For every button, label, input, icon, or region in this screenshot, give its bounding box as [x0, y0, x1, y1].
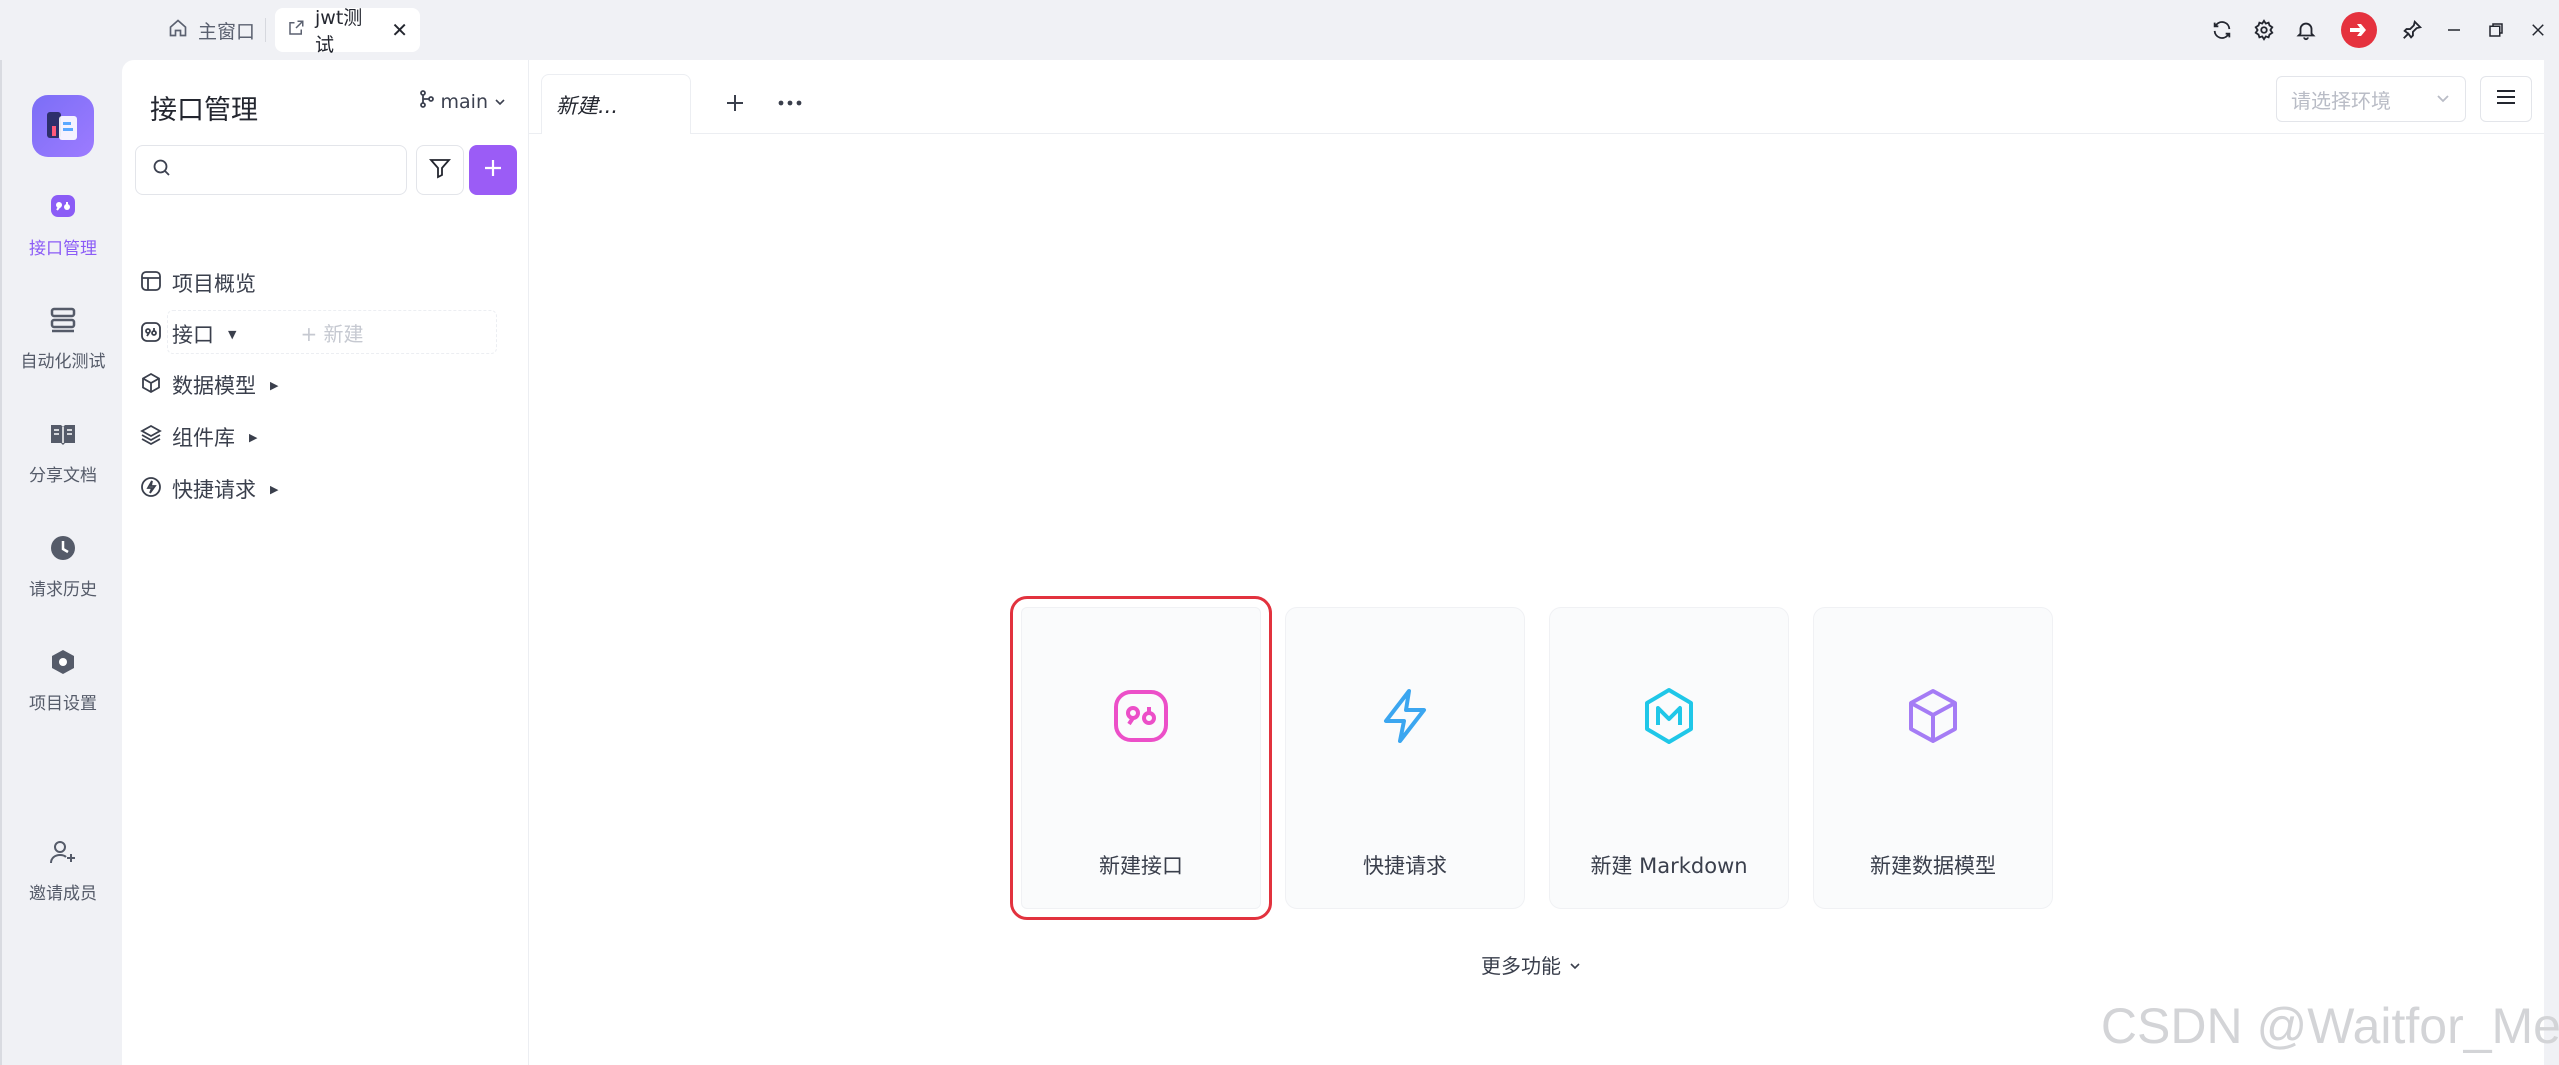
- tree-item-components[interactable]: 组件库 ▶: [140, 417, 257, 457]
- card-new-api[interactable]: 新建接口: [1010, 596, 1272, 920]
- card-quick-request[interactable]: 快捷请求: [1285, 607, 1525, 909]
- close-window-icon[interactable]: [2517, 10, 2559, 50]
- more-features-label: 更多功能: [1481, 954, 1561, 978]
- tree-item-quick-requests[interactable]: 快捷请求 ▶: [140, 469, 278, 509]
- tab-home-label: 主窗口: [198, 20, 256, 43]
- tree-item-label: 组件库: [172, 426, 235, 450]
- cube-icon: [140, 372, 162, 399]
- rail-item-label: 项目设置: [29, 694, 97, 714]
- watermark: CSDN @Waitfor_Me: [2100, 998, 2559, 1054]
- window-controls: [2201, 10, 2559, 50]
- rail-item-label: 接口管理: [29, 239, 97, 259]
- bell-icon[interactable]: [2285, 10, 2327, 50]
- external-link-icon: [287, 19, 305, 42]
- environment-placeholder: 请选择环境: [2291, 88, 2391, 113]
- gear-icon[interactable]: [2243, 10, 2285, 50]
- user-avatar[interactable]: [2327, 10, 2391, 50]
- rail-item-label: 请求历史: [29, 580, 97, 600]
- main-panel: 新建... 请选择环境 新建接口 快捷请求 新建 Markdown 新建数据模型…: [529, 60, 2544, 1065]
- tab-divider: [265, 18, 266, 42]
- close-icon[interactable]: ✕: [391, 18, 408, 42]
- chevron-down-icon: [1569, 953, 1581, 977]
- add-tab-icon[interactable]: [714, 82, 756, 124]
- branch-selector[interactable]: main: [419, 90, 506, 113]
- plus-icon: [482, 157, 504, 183]
- new-api-row[interactable]: + 新建: [167, 310, 497, 354]
- refresh-icon[interactable]: [2201, 10, 2243, 50]
- add-button[interactable]: [469, 145, 517, 195]
- settings-icon: [49, 648, 77, 681]
- rail-item-project-settings[interactable]: 项目设置: [2, 636, 124, 726]
- tree-item-data-models[interactable]: 数据模型 ▶: [140, 365, 278, 405]
- sidebar: 接口管理 main 项目概览 接口 ▼ + 新建 数据模型 ▶ 组件库 ▶ 快捷…: [122, 60, 529, 1065]
- add-user-icon: [49, 838, 77, 871]
- filter-icon: [429, 157, 451, 183]
- search-box[interactable]: [135, 145, 412, 195]
- bolt-icon: [140, 476, 162, 503]
- cube-icon: [1903, 686, 1963, 746]
- more-features-toggle[interactable]: 更多功能: [1481, 950, 1581, 979]
- restore-icon[interactable]: [2475, 10, 2517, 50]
- card-new-markdown[interactable]: 新建 Markdown: [1549, 607, 1789, 909]
- avatar: [2341, 12, 2377, 48]
- tab-new-document[interactable]: 新建...: [541, 74, 691, 134]
- card-label: 快捷请求: [1363, 854, 1447, 878]
- tab-project-label: jwt测试: [315, 7, 363, 56]
- api-icon: [48, 191, 78, 226]
- card-label: 新建 Markdown: [1590, 854, 1748, 878]
- layout-icon: [140, 270, 162, 297]
- app-logo: [32, 95, 94, 157]
- sidebar-title: 接口管理: [150, 95, 258, 126]
- tab-home[interactable]: 主窗口: [150, 10, 273, 50]
- minimize-icon[interactable]: [2433, 10, 2475, 50]
- caret-right-icon: ▶: [249, 430, 258, 444]
- caret-right-icon: ▶: [270, 378, 279, 392]
- bolt-icon: [1375, 686, 1435, 746]
- rail-item-automation[interactable]: 自动化测试: [2, 294, 124, 384]
- api-icon: [140, 321, 162, 348]
- caret-right-icon: ▶: [270, 482, 279, 496]
- card-label: 新建数据模型: [1870, 854, 1996, 878]
- tree-item-label: 项目概览: [172, 272, 256, 296]
- document-tabs: 新建... 请选择环境: [529, 60, 2544, 134]
- branch-icon: [419, 90, 435, 113]
- book-icon: [49, 420, 77, 453]
- rail-item-label: 自动化测试: [20, 352, 106, 372]
- chevron-down-icon: [2435, 87, 2451, 111]
- tree-item-label: 数据模型: [172, 374, 256, 398]
- clock-icon: [49, 534, 77, 567]
- rail-item-invite[interactable]: 邀请成员: [2, 826, 124, 916]
- home-icon: [168, 18, 188, 43]
- menu-button[interactable]: [2480, 76, 2532, 122]
- nav-rail: 接口管理 自动化测试 分享文档 请求历史 项目设置 邀请成员: [0, 60, 122, 1065]
- card-new-data-model[interactable]: 新建数据模型: [1813, 607, 2053, 909]
- rail-item-api[interactable]: 接口管理: [2, 180, 124, 270]
- title-bar: 主窗口 jwt测试 ✕: [0, 0, 2559, 60]
- branch-name: main: [440, 90, 488, 113]
- rail-item-label: 邀请成员: [29, 884, 97, 904]
- tree-item-label: 快捷请求: [172, 478, 256, 502]
- layers-icon: [140, 424, 162, 451]
- search-icon: [152, 158, 172, 182]
- hamburger-icon: [2495, 88, 2517, 110]
- chevron-down-icon: [494, 91, 506, 113]
- api-icon: [1111, 686, 1171, 746]
- markdown-icon: [1639, 686, 1699, 746]
- more-icon[interactable]: [769, 82, 811, 124]
- automation-icon: [49, 306, 77, 339]
- rail-item-label: 分享文档: [29, 466, 97, 486]
- pin-icon[interactable]: [2391, 10, 2433, 50]
- card-label: 新建接口: [1099, 854, 1183, 878]
- filter-button[interactable]: [416, 145, 464, 195]
- rail-item-history[interactable]: 请求历史: [2, 522, 124, 612]
- search-input[interactable]: [180, 159, 412, 181]
- environment-select[interactable]: 请选择环境: [2276, 76, 2466, 122]
- tree-item-overview[interactable]: 项目概览: [140, 263, 256, 303]
- tab-project[interactable]: jwt测试 ✕: [275, 7, 420, 56]
- rail-item-share-docs[interactable]: 分享文档: [2, 408, 124, 498]
